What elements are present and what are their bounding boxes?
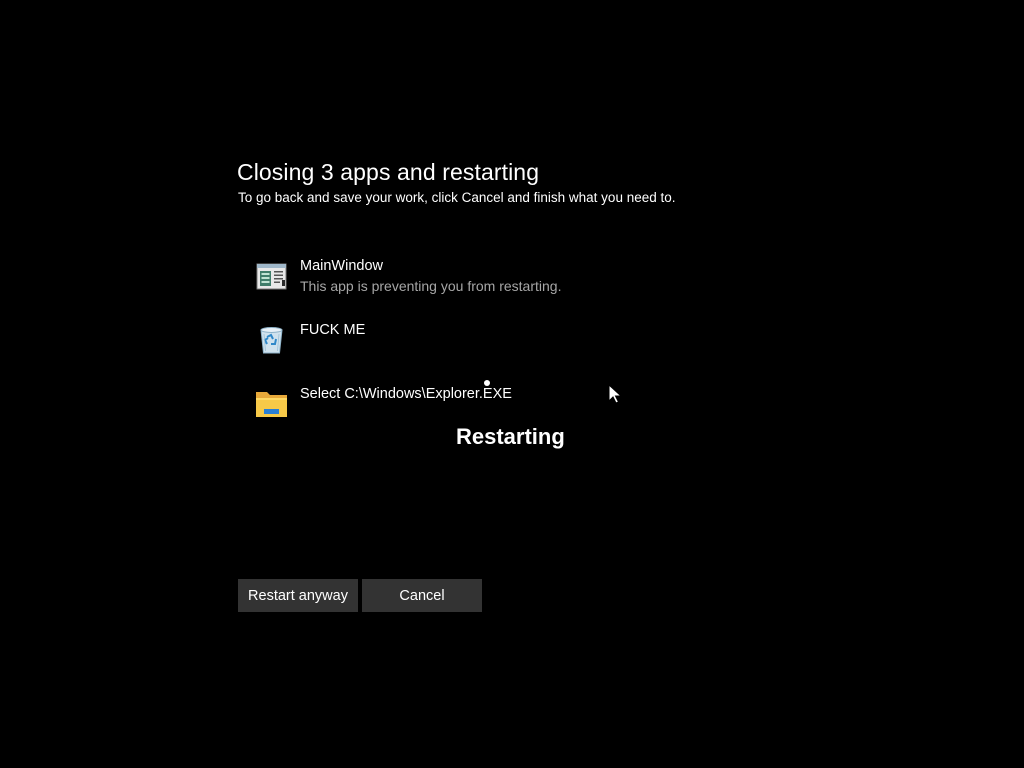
app-description: This app is preventing you from restarti… xyxy=(300,278,562,294)
folder-icon xyxy=(256,392,287,417)
app-list-item-fuck-me: FUCK ME xyxy=(255,320,735,368)
dialog-subtitle: To go back and save your work, click Can… xyxy=(238,190,676,205)
app-name: MainWindow xyxy=(300,258,383,274)
dialog-title: Closing 3 apps and restarting xyxy=(237,159,540,185)
restarting-status: Restarting xyxy=(456,424,565,449)
app-name: FUCK ME xyxy=(300,322,366,338)
mouse-cursor-icon xyxy=(608,384,622,404)
app-list-item-mainwindow: MainWindow This app is preventing you fr… xyxy=(255,256,735,304)
recycle-bin-icon xyxy=(260,327,283,354)
cancel-button[interactable]: Cancel xyxy=(362,579,482,612)
loading-dot xyxy=(484,380,490,386)
restart-screen: Closing 3 apps and restarting To go back… xyxy=(0,0,1024,768)
restart-anyway-button[interactable]: Restart anyway xyxy=(238,579,358,612)
app-name: Select C:\Windows\Explorer.EXE xyxy=(300,386,512,402)
app-window-icon xyxy=(256,263,287,290)
